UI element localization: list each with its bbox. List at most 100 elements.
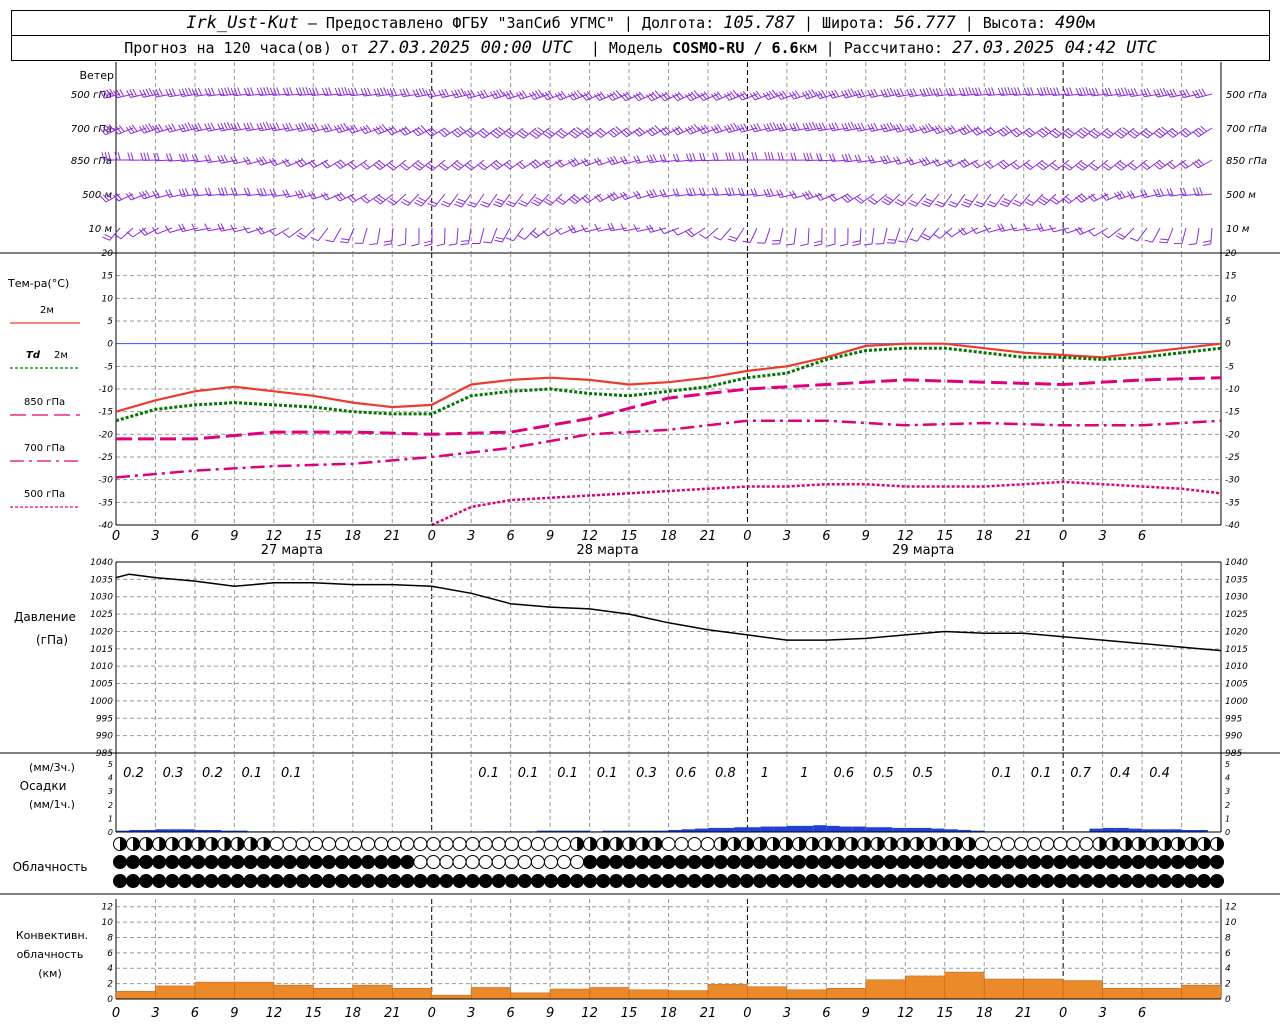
wind-barb xyxy=(813,227,823,247)
cloud-symbol xyxy=(557,874,572,888)
wind-barb xyxy=(790,152,810,161)
wind-barb xyxy=(451,159,472,171)
wind-barb xyxy=(1010,159,1031,170)
day-label: 27 марта xyxy=(261,543,323,558)
wind-barb xyxy=(958,227,979,236)
precip-bar xyxy=(773,826,787,832)
wind-barb xyxy=(1114,127,1135,139)
temp-ytick-left: -30 xyxy=(98,476,113,486)
cloud-symbol xyxy=(478,837,493,851)
temp-legend-label: 700 гПа xyxy=(24,443,65,454)
pressure-ytick-right: 1005 xyxy=(1225,680,1248,690)
wind-barb xyxy=(411,227,420,247)
pressure-ytick-left: 1030 xyxy=(90,593,113,603)
conv-hour-tick: 3 xyxy=(1098,1006,1106,1021)
wind-barb xyxy=(530,193,550,207)
cloud-symbol-fill xyxy=(864,837,871,851)
precip-bar xyxy=(865,827,879,832)
precip-3h-label: 0.5 xyxy=(873,766,894,781)
cloud-symbol xyxy=(1079,855,1094,869)
temp-hour-tick: 0 xyxy=(743,529,751,544)
cloud-symbol xyxy=(726,855,741,869)
day-label: 29 марта xyxy=(892,543,954,558)
pressure-ytick-left: 990 xyxy=(96,732,113,742)
cloud-symbol xyxy=(308,874,323,888)
cloud-symbol xyxy=(687,837,702,851)
temp-ytick-left: -10 xyxy=(98,385,113,395)
conv-bar xyxy=(115,991,156,1000)
wind-barb xyxy=(568,193,589,204)
wind-barb xyxy=(436,227,446,247)
pressure-ytick-right: 1030 xyxy=(1225,593,1248,603)
conv-ytick-right: 0 xyxy=(1225,995,1231,1005)
cloud-symbol xyxy=(426,855,441,869)
temp-ytick-left: 0 xyxy=(107,340,113,350)
wind-barb xyxy=(354,227,368,244)
wind-barb xyxy=(1062,159,1083,171)
precip-3h-label: 0.1 xyxy=(557,766,578,781)
cloud-symbol xyxy=(400,837,415,851)
cloud-symbol-fill xyxy=(198,837,205,851)
conv-bar xyxy=(549,988,590,1000)
cloud-symbol xyxy=(139,874,154,888)
wind-barb xyxy=(727,227,745,242)
cloud-symbol xyxy=(361,837,376,851)
wind-barb xyxy=(886,227,901,244)
conv-ytick-right: 8 xyxy=(1225,933,1231,943)
cloud-symbol-fill xyxy=(1217,837,1224,851)
cloud-symbol-fill xyxy=(616,837,623,851)
pressure-ytick-left: 1015 xyxy=(90,645,113,655)
wind-barb xyxy=(425,159,446,171)
cloud-symbol xyxy=(1014,874,1029,888)
cloud-symbol xyxy=(321,837,336,851)
cloud-symbol xyxy=(1210,874,1224,888)
cloud-symbol xyxy=(543,874,558,888)
cloud-symbol xyxy=(465,837,480,851)
wind-barb xyxy=(1023,87,1044,96)
temp-hour-tick: 18 xyxy=(976,529,993,544)
cloud-symbol-fill xyxy=(733,837,741,851)
conv-hour-tick: 6 xyxy=(191,1006,199,1021)
temp-legend-td: Td xyxy=(26,350,41,361)
cloud-symbol xyxy=(648,855,663,869)
temp-hour-tick: 18 xyxy=(660,529,677,544)
temp-hour-tick: 0 xyxy=(1059,529,1067,544)
pressure-ytick-right: 985 xyxy=(1225,749,1242,759)
cloud-symbol xyxy=(321,855,336,869)
cloud-symbol xyxy=(713,855,728,869)
cloud-symbol xyxy=(1014,855,1029,869)
cloud-symbol xyxy=(374,837,389,851)
temp-hour-tick: 15 xyxy=(621,529,638,544)
precip-3h-label: 0.3 xyxy=(636,766,657,781)
wind-level-left: 500 гПа xyxy=(71,90,112,101)
temp-hour-tick: 6 xyxy=(191,529,199,544)
cloud-symbol xyxy=(1170,855,1185,869)
cloud-symbol xyxy=(348,837,363,851)
conv-hour-tick: 12 xyxy=(897,1006,914,1021)
wind-barb xyxy=(1202,227,1213,246)
cloud-symbol xyxy=(765,855,780,869)
cloud-symbol-fill xyxy=(825,837,832,851)
precip-bar xyxy=(747,827,761,832)
temp-ytick-left: -25 xyxy=(98,453,113,463)
cloud-symbol xyxy=(570,855,585,869)
cloud-symbol xyxy=(674,855,689,869)
cloud-symbol xyxy=(1183,855,1198,869)
precip-bar xyxy=(800,825,814,832)
cloud-symbol xyxy=(178,855,193,869)
wind-barb xyxy=(114,152,133,161)
temp-ytick-left: 20 xyxy=(102,249,114,259)
wind-barb xyxy=(594,193,615,203)
conv-bar xyxy=(983,978,1024,1000)
wind-barb xyxy=(269,87,290,96)
cloud-symbol-fill xyxy=(577,837,584,851)
precip-bar xyxy=(892,827,906,832)
cloud-symbol xyxy=(335,874,350,888)
temp-title: Тем-ра(°С) xyxy=(7,277,69,290)
cloud-symbol-fill xyxy=(629,837,636,851)
temp-hour-tick: 18 xyxy=(345,529,362,544)
cloud-symbol xyxy=(269,855,284,869)
cloud-symbol xyxy=(530,837,545,851)
cloud-symbol xyxy=(765,874,780,888)
conv-hour-tick: 3 xyxy=(467,1006,475,1021)
